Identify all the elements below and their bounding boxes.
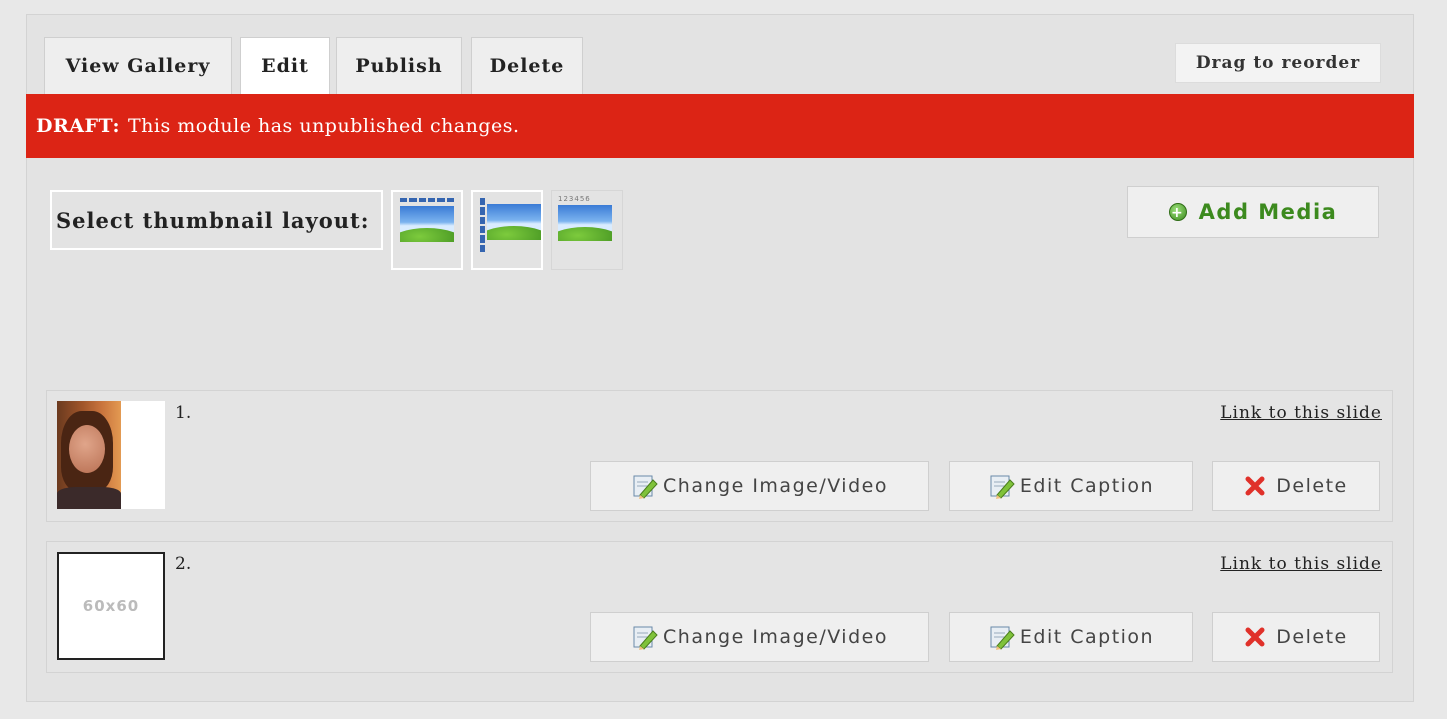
draft-banner: DRAFT: This module has unpublished chang… [26, 94, 1414, 158]
tab-publish[interactable]: Publish [336, 37, 462, 94]
edit-caption-label: Edit Caption [1019, 626, 1155, 648]
layout-option-top-strip[interactable] [391, 190, 463, 270]
edit-pencil-icon [990, 626, 1015, 650]
portrait-photo [57, 401, 121, 509]
change-image-video-label: Change Image/Video [663, 626, 888, 648]
tab-view-gallery[interactable]: View Gallery [44, 37, 232, 94]
draft-message: This module has unpublished changes. [127, 115, 520, 137]
layout-option-side-strip[interactable] [471, 190, 543, 270]
change-image-video-label: Change Image/Video [663, 475, 888, 497]
number-strip: 123456 [558, 195, 591, 203]
edit-caption-button[interactable]: Edit Caption [949, 461, 1193, 511]
layout-option-numbers[interactable]: 123456 [551, 190, 623, 270]
thumbnail-layout-label: Select thumbnail layout: [50, 190, 383, 250]
landscape-icon [487, 204, 541, 240]
link-to-slide[interactable]: Link to this slide [1220, 403, 1382, 423]
tab-delete[interactable]: Delete [471, 37, 583, 94]
delete-slide-button[interactable]: Delete [1212, 461, 1380, 511]
delete-slide-label: Delete [1276, 475, 1348, 497]
placeholder-thumbnail[interactable]: 60x60 [57, 552, 165, 660]
edit-pencil-icon [990, 475, 1015, 499]
delete-slide-button[interactable]: Delete [1212, 612, 1380, 662]
edit-pencil-icon [633, 475, 658, 499]
red-x-icon [1245, 476, 1265, 496]
landscape-icon [400, 206, 454, 242]
edit-caption-button[interactable]: Edit Caption [949, 612, 1193, 662]
link-to-slide[interactable]: Link to this slide [1220, 554, 1382, 574]
landscape-icon [558, 205, 612, 241]
slide-row: 60x60 2. Link to this slide Change Image… [46, 541, 1393, 673]
delete-slide-label: Delete [1276, 626, 1348, 648]
slide-thumbnail[interactable] [57, 401, 165, 509]
draft-prefix: DRAFT: [36, 115, 120, 137]
edit-caption-label: Edit Caption [1019, 475, 1155, 497]
plus-circle-icon: + [1168, 203, 1187, 221]
slide-row: 1. Link to this slide Change Image/Video… [46, 390, 1393, 522]
thumbnail-strip-icon [480, 198, 485, 252]
change-image-video-button[interactable]: Change Image/Video [590, 612, 929, 662]
change-image-video-button[interactable]: Change Image/Video [590, 461, 929, 511]
add-media-label: Add Media [1198, 200, 1338, 224]
drag-to-reorder-button[interactable]: Drag to reorder [1175, 43, 1381, 83]
edit-pencil-icon [633, 626, 658, 650]
tab-edit[interactable]: Edit [240, 37, 330, 94]
thumbnail-strip-icon [400, 198, 454, 202]
slide-number: 1. [175, 403, 192, 423]
red-x-icon [1245, 627, 1265, 647]
add-media-button[interactable]: + Add Media [1127, 186, 1379, 238]
slide-number: 2. [175, 554, 192, 574]
